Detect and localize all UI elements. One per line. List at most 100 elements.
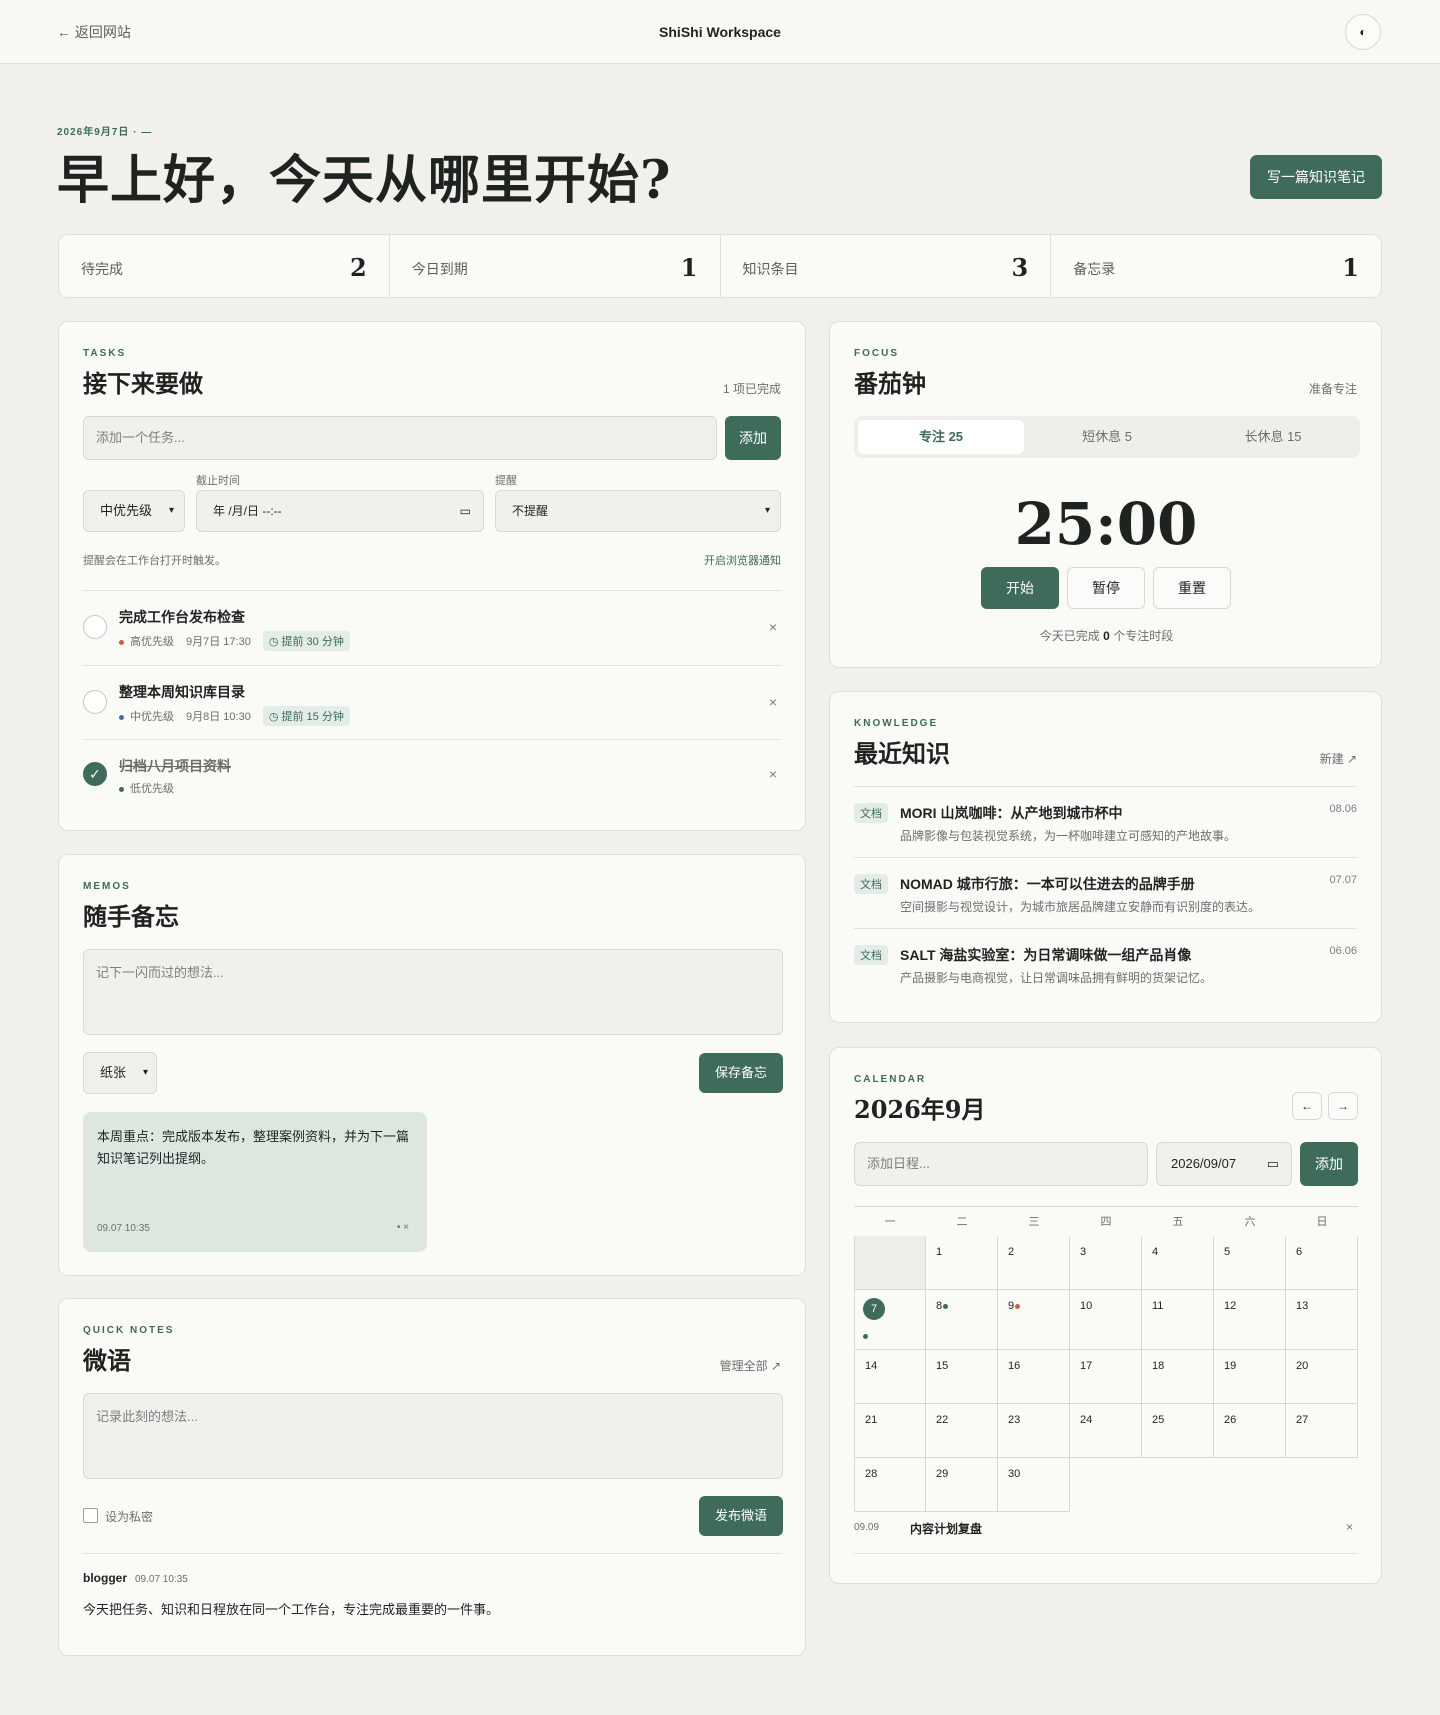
calendar-week: 21 22 23 24 25 26 27 bbox=[854, 1404, 1358, 1458]
calendar-day[interactable]: 20 bbox=[1286, 1350, 1358, 1404]
calendar-day[interactable]: 27 bbox=[1286, 1404, 1358, 1458]
private-label: 设为私密 bbox=[105, 1510, 154, 1524]
quick-note-textarea[interactable]: 记录此刻的想法... bbox=[83, 1393, 783, 1479]
knowledge-item-date: 06.06 bbox=[1329, 945, 1357, 957]
calendar-month-title: 2026年9月 bbox=[854, 1095, 986, 1124]
memo-textarea[interactable]: 记下一闪而过的想法... bbox=[83, 949, 783, 1035]
doc-badge: 文档 bbox=[854, 803, 888, 823]
calendar-day[interactable]: 8 bbox=[926, 1290, 998, 1350]
calendar-day[interactable]: 5 bbox=[1214, 1236, 1286, 1290]
priority-select[interactable]: 中优先级 ▾ bbox=[83, 490, 185, 532]
calendar-day[interactable]: 19 bbox=[1214, 1350, 1286, 1404]
knowledge-item[interactable]: 文档 NOMAD 城市行旅：一本可以住进去的品牌手册 空间摄影与视觉设计，为城市… bbox=[854, 857, 1357, 927]
task-meta: 低优先级 bbox=[119, 780, 174, 796]
next-month-icon[interactable]: → bbox=[1328, 1092, 1358, 1120]
start-button[interactable]: 开始 bbox=[981, 567, 1059, 609]
private-checkbox[interactable] bbox=[83, 1508, 98, 1523]
event-input[interactable]: 添加日程... bbox=[854, 1142, 1148, 1186]
deadline-input[interactable]: 年 /月/日 --:-- ▭ bbox=[196, 490, 484, 532]
calendar-day[interactable]: 9 bbox=[998, 1290, 1070, 1350]
priority-value: 中优先级 bbox=[100, 503, 153, 518]
task-checkbox[interactable] bbox=[83, 615, 107, 639]
task-reminder-chip: ◷ 提前 15 分钟 bbox=[262, 706, 350, 726]
manage-all-link[interactable]: 管理全部 ↗ bbox=[720, 1357, 781, 1374]
publish-note-button[interactable]: 发布微语 bbox=[699, 1496, 783, 1536]
stat-pending[interactable]: 待完成 2 bbox=[59, 235, 390, 297]
reset-button[interactable]: 重置 bbox=[1153, 567, 1231, 609]
stat-knowledge[interactable]: 知识条目 3 bbox=[721, 235, 1052, 297]
calendar-day[interactable]: 2 bbox=[998, 1236, 1070, 1290]
calendar-day[interactable]: 6 bbox=[1286, 1236, 1358, 1290]
stat-value: 1 bbox=[1342, 253, 1359, 282]
calendar-day[interactable]: 30 bbox=[998, 1458, 1070, 1512]
weekday-label: 五 bbox=[1172, 1216, 1184, 1228]
calendar-day[interactable]: 14 bbox=[854, 1350, 926, 1404]
calendar-day[interactable]: 11 bbox=[1142, 1290, 1214, 1350]
knowledge-item-desc: 空间摄影与视觉设计，为城市旅居品牌建立安静而有识别度的表达。 bbox=[900, 900, 1261, 914]
add-event-button[interactable]: 添加 bbox=[1300, 1142, 1358, 1186]
event-dot-icon bbox=[1015, 1303, 1021, 1309]
task-checkbox[interactable] bbox=[83, 690, 107, 714]
memo-note[interactable]: 本周重点：完成版本发布，整理案例资料，并为下一篇知识笔记列出提纲。 09.07 … bbox=[83, 1112, 427, 1252]
theme-toggle-icon[interactable]: ◐ bbox=[1345, 14, 1381, 50]
calendar-day[interactable]: 15 bbox=[926, 1350, 998, 1404]
calendar-day[interactable]: 24 bbox=[1070, 1404, 1142, 1458]
calendar-day[interactable]: 25 bbox=[1142, 1404, 1214, 1458]
save-memo-button[interactable]: 保存备忘 bbox=[699, 1053, 783, 1093]
quick-notes-card: QUICK NOTES 微语 管理全部 ↗ 记录此刻的想法... 设为私密 发布… bbox=[58, 1298, 806, 1656]
task-item[interactable]: ✓ 归档八月项目资料 低优先级 × bbox=[59, 740, 805, 814]
delete-task-icon[interactable]: × bbox=[769, 619, 777, 635]
calendar-day[interactable]: 12 bbox=[1214, 1290, 1286, 1350]
priority-dot-icon bbox=[119, 639, 124, 645]
calendar-day[interactable]: 21 bbox=[854, 1404, 926, 1458]
task-priority: 高优先级 bbox=[130, 636, 174, 648]
event-date-input[interactable]: 2026/09/07 ▭ bbox=[1156, 1142, 1292, 1186]
enable-notification-link[interactable]: 开启浏览器通知 bbox=[704, 552, 781, 568]
knowledge-item-title: MORI 山岚咖啡：从产地到城市杯中 bbox=[900, 805, 1123, 821]
pause-button[interactable]: 暂停 bbox=[1067, 567, 1145, 609]
calendar-day[interactable]: 10 bbox=[1070, 1290, 1142, 1350]
write-note-button[interactable]: 写一篇知识笔记 bbox=[1250, 155, 1382, 199]
calendar-icon: ▭ bbox=[459, 504, 471, 518]
memo-style-select[interactable]: 纸张 ▾ bbox=[83, 1052, 157, 1094]
knowledge-item[interactable]: 文档 SALT 海盐实验室：为日常调味做一组产品肖像 产品摄影与电商视觉，让日常… bbox=[854, 928, 1357, 998]
calendar-day[interactable]: 1 bbox=[926, 1236, 998, 1290]
add-task-button[interactable]: 添加 bbox=[725, 416, 781, 460]
task-item[interactable]: 完成工作台发布检查 高优先级 9月7日 17:30 ◷ 提前 30 分钟 × bbox=[59, 591, 805, 665]
calendar-card: CALENDAR 2026年9月 ← → 添加日程... 2026/09/07 ▭… bbox=[829, 1047, 1382, 1584]
event-item[interactable]: 09.09 内容计划复盘 × bbox=[854, 1518, 1357, 1554]
delete-task-icon[interactable]: × bbox=[769, 694, 777, 710]
calendar-day[interactable]: 28 bbox=[854, 1458, 926, 1512]
focus-status: 准备专注 bbox=[1308, 382, 1357, 396]
tasks-eyebrow: TASKS bbox=[83, 348, 127, 359]
tab-focus-25[interactable]: 专注 25 bbox=[858, 420, 1024, 454]
calendar-day[interactable]: 17 bbox=[1070, 1350, 1142, 1404]
prev-month-icon[interactable]: ← bbox=[1292, 1092, 1322, 1120]
calendar-day[interactable]: 29 bbox=[926, 1458, 998, 1512]
tab-long-break[interactable]: 长休息 15 bbox=[1190, 420, 1356, 454]
chevron-down-icon: ▾ bbox=[168, 505, 174, 516]
stat-due-today[interactable]: 今日到期 1 bbox=[390, 235, 721, 297]
calendar-day[interactable]: 16 bbox=[998, 1350, 1070, 1404]
task-input[interactable]: 添加一个任务... bbox=[83, 416, 717, 460]
calendar-day[interactable]: 4 bbox=[1142, 1236, 1214, 1290]
calendar-day[interactable]: 13 bbox=[1286, 1290, 1358, 1350]
memo-actions-icon[interactable]: • × bbox=[397, 1222, 409, 1233]
calendar-day[interactable]: 3 bbox=[1070, 1236, 1142, 1290]
calendar-day[interactable]: 26 bbox=[1214, 1404, 1286, 1458]
chevron-down-icon: ▾ bbox=[142, 1067, 148, 1078]
weekday-label: 二 bbox=[956, 1216, 968, 1228]
new-knowledge-link[interactable]: 新建 ↗ bbox=[1320, 750, 1357, 767]
delete-task-icon[interactable]: × bbox=[769, 766, 777, 782]
task-checked-icon[interactable]: ✓ bbox=[83, 762, 107, 786]
task-item[interactable]: 整理本周知识库目录 中优先级 9月8日 10:30 ◷ 提前 15 分钟 × bbox=[59, 666, 805, 740]
calendar-day-today[interactable]: 7 bbox=[854, 1290, 926, 1350]
stat-memos[interactable]: 备忘录 1 bbox=[1051, 235, 1381, 297]
delete-event-icon[interactable]: × bbox=[1346, 1520, 1353, 1534]
reminder-select[interactable]: 不提醒 ▾ bbox=[495, 490, 781, 532]
tab-short-break[interactable]: 短休息 5 bbox=[1024, 420, 1190, 454]
calendar-day[interactable]: 18 bbox=[1142, 1350, 1214, 1404]
knowledge-item[interactable]: 文档 MORI 山岚咖啡：从产地到城市杯中 品牌影像与包装视觉系统，为一杯咖啡建… bbox=[854, 786, 1357, 856]
calendar-day[interactable]: 22 bbox=[926, 1404, 998, 1458]
calendar-day[interactable]: 23 bbox=[998, 1404, 1070, 1458]
